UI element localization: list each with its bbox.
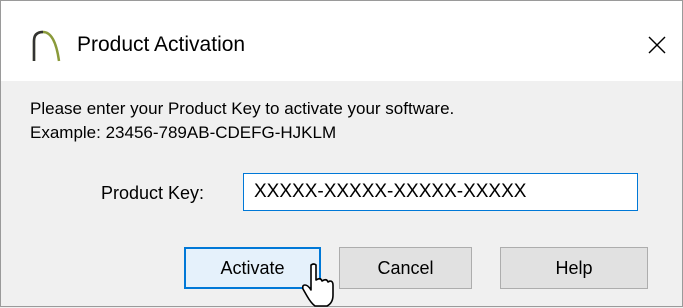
instruction-message: Please enter your Product Key to activat… (30, 97, 454, 145)
dialog-title: Product Activation (77, 33, 246, 56)
product-key-label: Product Key: (101, 183, 205, 203)
example-line: Example: 23456-789AB-CDEFG-HJKLM (30, 123, 337, 142)
instruction-line: Please enter your Product Key to activat… (30, 99, 455, 118)
close-button[interactable] (637, 25, 677, 65)
app-logo-arch-icon (32, 30, 61, 62)
activate-button[interactable]: Activate (184, 247, 321, 289)
close-icon (648, 36, 666, 54)
help-button[interactable]: Help (500, 247, 648, 289)
product-activation-dialog: Product Activation Please enter your Pro… (0, 0, 683, 307)
cancel-button[interactable]: Cancel (339, 247, 472, 289)
product-key-input[interactable] (243, 173, 638, 211)
title-bar: Product Activation (1, 1, 682, 81)
